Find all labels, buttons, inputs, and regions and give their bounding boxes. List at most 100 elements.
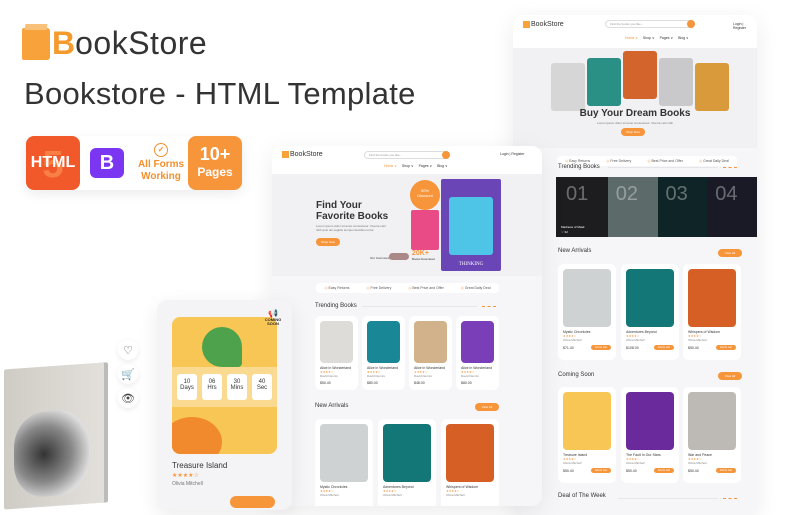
pages-badge: 10+ Pages: [188, 136, 242, 190]
search-input[interactable]: Find the books you like...: [364, 151, 450, 159]
eye-icon[interactable]: 👁: [118, 388, 138, 408]
mockup-home-2: BookStore Find the books you like... Log…: [513, 15, 757, 515]
bootstrap-badge: B: [80, 136, 134, 190]
hero-subtitle: Lorem ipsum dolor sit amet consectetur. …: [596, 121, 674, 125]
hero-book-3: [623, 51, 657, 99]
logo-text: ookStore: [75, 25, 208, 61]
feature-badges: 5 HTML B ✓ All Forms Working 10+ Pages: [26, 136, 242, 190]
product-card[interactable]: The Fault In Our Stars ★★★★☆ Olivia Mitche…: [621, 387, 679, 483]
book-cover: 10 Days 06 Hrs 30 Mins 40 Sec: [172, 317, 277, 454]
brand-logo: B ookStore: [22, 26, 207, 60]
divider: [608, 167, 718, 168]
search-icon[interactable]: [442, 151, 450, 159]
shop-now-button[interactable]: Shop Now: [621, 128, 645, 136]
hero-banner: Buy Your Dream Books Lorem ipsum dolor s…: [513, 48, 757, 148]
product-card[interactable]: Alice in Wonderland ★★★★☆ David Dennis $80…: [456, 316, 499, 390]
product-card[interactable]: Mystic Chronicles ★★★★☆ Olivia Mitchell $7…: [558, 264, 616, 360]
html5-badge: 5 HTML: [26, 136, 80, 190]
trending-slide[interactable]: 03: [657, 177, 708, 237]
product-card[interactable]: Alice in Wonderland ★★★★☆ David Dennis $80…: [362, 316, 405, 390]
auth-links[interactable]: Login | Register: [500, 152, 524, 156]
section-title: Trending Books: [315, 303, 357, 309]
section-title: New Arrivals: [315, 403, 349, 409]
divider: [618, 498, 718, 499]
hero-book-2: [587, 58, 621, 106]
book-title: Treasure Island: [172, 461, 228, 470]
coming-soon-stamp: 📢 COMING SOON: [262, 310, 284, 326]
hero-banner: Find Your Favorite Books Lorem ipsum dolo…: [272, 174, 542, 276]
section-title: Trending Books: [558, 164, 600, 170]
product-card[interactable]: Treasure Island ★★★★☆ Olivia Mitchell $50.…: [558, 387, 616, 483]
product-card[interactable]: War and Peace ★★★★☆ Olivia Mitchell $50.40…: [683, 387, 741, 483]
add-to-cart-button[interactable]: Add to cart: [590, 468, 611, 473]
hero-book-1: [551, 63, 585, 111]
product-card[interactable]: Alice in Wonderland ★★★★☆ David Dennis $48…: [409, 316, 452, 390]
shop-now-button[interactable]: Shop Now: [316, 238, 340, 246]
mockup-logo[interactable]: BookStore: [523, 21, 564, 28]
search-input[interactable]: Find the books you like...: [605, 20, 695, 28]
features-bar: Easy ReturnsFree DeliveryBest Price and …: [316, 283, 499, 293]
trending-slide[interactable]: 02: [607, 177, 658, 237]
forms-badge: ✓ All Forms Working: [134, 136, 188, 190]
hero-title: Buy Your Dream Books: [579, 108, 691, 119]
divider: [362, 306, 477, 307]
add-to-cart-button[interactable]: Add to cart: [715, 468, 736, 473]
section-title: Coming Soon: [558, 372, 595, 378]
main-menu[interactable]: Home ∨ Shop ∨ Pages ∨ Blog ∨: [625, 36, 689, 40]
view-all-button[interactable]: View All: [475, 403, 499, 411]
add-to-cart-button[interactable]: [230, 496, 275, 508]
community-label: Our Community: [370, 256, 392, 260]
mockup-logo[interactable]: BookStore: [282, 151, 323, 158]
download-count: 20K+ Books Download: [412, 250, 435, 261]
search-icon[interactable]: [687, 20, 695, 28]
divider-accent: [482, 306, 496, 307]
product-card[interactable]: Mystic Chronicles ★★★★☆ Olivia Mitchell: [315, 419, 373, 506]
product-card[interactable]: Adventures Beyond ★★★★☆ Olivia Mitchell: [378, 419, 436, 506]
trending-slider[interactable]: 01 Madness of Mask ♡ 32 02 03 04: [556, 177, 757, 237]
mockup-home-1: BookStore Find the books you like... Log…: [272, 146, 542, 506]
hero-book-large: THINKING: [441, 179, 501, 271]
heart-icon[interactable]: ♡: [118, 340, 138, 360]
view-all-button[interactable]: View All: [718, 372, 742, 380]
page-subtitle: Bookstore - HTML Template: [24, 76, 416, 111]
navbar: BookStore Find the books you like... Log…: [272, 146, 542, 174]
cart-icon[interactable]: 🛒: [118, 364, 138, 384]
product-card[interactable]: Whispers of Wisdom ★★★★☆ Olivia Mitchell $…: [683, 264, 741, 360]
hero-title: Find Your Favorite Books: [316, 200, 389, 222]
view-all-button[interactable]: View All: [718, 249, 742, 257]
hero-book-4: [659, 58, 693, 106]
community-avatars: [389, 253, 409, 260]
navbar: BookStore Find the books you like... Log…: [513, 15, 757, 48]
hero-book-5: [695, 63, 729, 111]
product-card[interactable]: Alice in Wonderland ★★★★☆ David Dennis $50…: [315, 316, 358, 390]
add-to-cart-button[interactable]: Add to cart: [653, 345, 674, 350]
add-to-cart-button[interactable]: Add to cart: [715, 345, 736, 350]
logo-first-letter: B: [52, 25, 76, 61]
auth-links[interactable]: Login | Register: [733, 22, 757, 30]
main-menu[interactable]: Home ∨ Shop ∨ Pages ∨ Blog ∨: [384, 164, 448, 168]
book-mockup: [4, 362, 104, 510]
discount-badge: 50% Discount: [410, 180, 440, 210]
add-to-cart-button[interactable]: Add to cart: [590, 345, 611, 350]
hero-subtitle: Lorem ipsum dolor sit amet consectetur. …: [316, 224, 386, 232]
trending-slide[interactable]: 04: [707, 177, 757, 237]
product-card[interactable]: Adventures Beyond ★★★★☆ Olivia Mitchell $1…: [621, 264, 679, 360]
section-title: New Arrivals: [558, 248, 592, 254]
product-card[interactable]: Whispers of Wisdom ★★★★☆ Olivia Mitchell: [441, 419, 499, 506]
countdown-hours: 06 Hrs: [202, 374, 222, 400]
book-icon: [22, 28, 50, 60]
book-author: Olivia Mitchell: [172, 481, 203, 487]
coming-soon-card[interactable]: 10 Days 06 Hrs 30 Mins 40 Sec 📢 COMING SOON T…: [157, 300, 292, 510]
check-badge-icon: ✓: [154, 143, 168, 157]
bootstrap-icon: B: [90, 148, 124, 178]
divider-accent: [723, 498, 737, 499]
countdown-secs: 40 Sec: [252, 374, 272, 400]
countdown: 10 Days 06 Hrs 30 Mins 40 Sec: [172, 367, 277, 407]
section-title: Deal of The Week: [558, 493, 606, 499]
hero-book-small: [411, 210, 439, 250]
add-to-cart-button[interactable]: Add to cart: [653, 468, 674, 473]
rating-stars: ★★★★☆: [172, 473, 199, 479]
trending-slide[interactable]: 01 Madness of Mask ♡ 32: [556, 177, 608, 237]
countdown-mins: 30 Mins: [227, 374, 247, 400]
countdown-days: 10 Days: [177, 374, 197, 400]
